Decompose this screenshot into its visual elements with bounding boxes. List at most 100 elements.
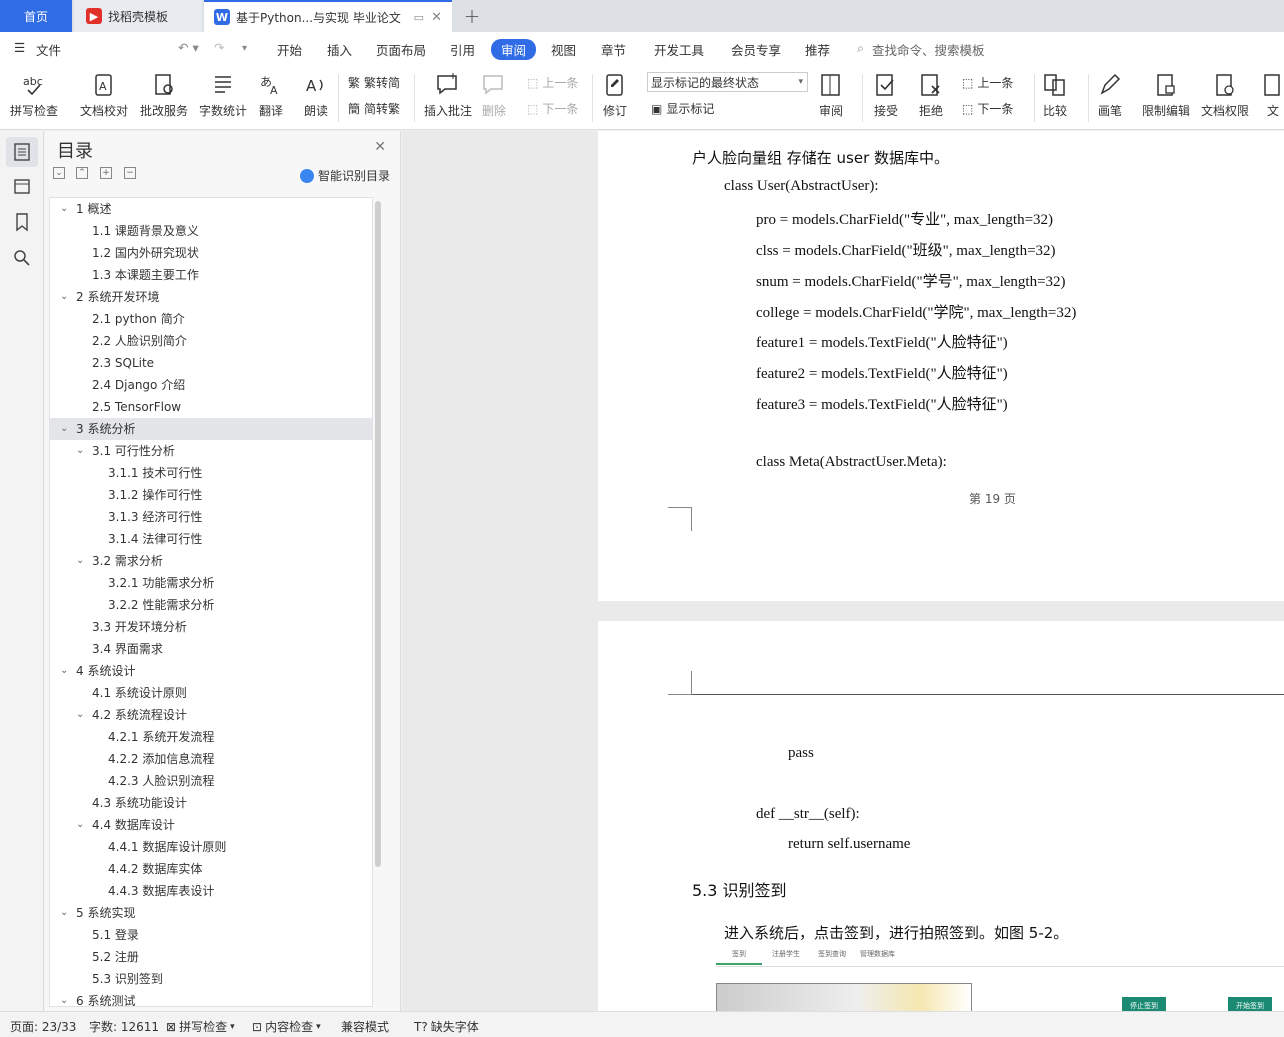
read-aloud-button[interactable]: A 朗读 xyxy=(303,72,329,119)
undo-icon[interactable]: ↶ ▾ xyxy=(178,40,199,55)
toc-item[interactable]: ⌄ 2 系统开发环境 xyxy=(50,286,372,308)
simp-to-trad-button[interactable]: 簡简转繁 xyxy=(348,100,400,117)
menu-member[interactable]: 会员专享 xyxy=(731,40,781,59)
toc-item[interactable]: ⌄ 1 概述 xyxy=(50,198,372,220)
bookmark-icon[interactable] xyxy=(12,212,32,232)
toc-item[interactable]: 2.5 TensorFlow xyxy=(50,396,372,418)
menu-page-layout[interactable]: 页面布局 xyxy=(376,40,426,59)
toc-item[interactable]: 3.1.2 操作可行性 xyxy=(50,484,372,506)
toc-item[interactable]: ⌄ 6 系统测试 xyxy=(50,990,372,1006)
chevron-down-icon[interactable]: ⌄ xyxy=(76,440,84,462)
monitor-icon[interactable]: ▭ xyxy=(414,11,424,24)
smart-toc-button[interactable]: 智能识别目录 xyxy=(299,167,390,184)
compare-button[interactable]: 比较 xyxy=(1042,72,1068,119)
tab-document[interactable]: W 基于Python...与实现 毕业论文 ▭ ✕ xyxy=(204,0,452,32)
quick-access-dropdown-icon[interactable]: ▾ xyxy=(242,43,247,54)
chevron-down-icon[interactable]: ⌄ xyxy=(60,198,68,220)
chevron-down-icon[interactable]: ⌄ xyxy=(60,660,68,682)
toc-item[interactable]: 3.3 开发环境分析 xyxy=(50,616,372,638)
toc-item[interactable]: 1.3 本课题主要工作 xyxy=(50,264,372,286)
toc-item[interactable]: 5.3 识别签到 xyxy=(50,968,372,990)
toc-item[interactable]: 4.2.3 人脸识别流程 xyxy=(50,770,372,792)
page-indicator[interactable]: 页面: 23/33 xyxy=(10,1018,76,1035)
pen-button[interactable]: 画笔 xyxy=(1097,72,1123,119)
menu-recommend[interactable]: 推荐 xyxy=(805,40,830,59)
menu-file[interactable]: 文件 xyxy=(36,40,61,59)
word-count-button[interactable]: 字数统计 xyxy=(199,72,247,119)
track-changes-button[interactable]: 修订 xyxy=(602,72,628,119)
show-markup-button[interactable]: ▣ 显示标记 xyxy=(651,100,714,117)
chevron-down-icon[interactable]: ⌄ xyxy=(60,418,68,440)
toc-item[interactable]: ⌄ 3.2 需求分析 xyxy=(50,550,372,572)
toc-item[interactable]: 4.2.1 系统开发流程 xyxy=(50,726,372,748)
tab-home[interactable]: 首页 xyxy=(0,0,72,32)
toc-item[interactable]: ⌄ 5 系统实现 xyxy=(50,902,372,924)
toc-item[interactable]: 4.4.3 数据库表设计 xyxy=(50,880,372,902)
chevron-down-icon[interactable]: ⌄ xyxy=(60,902,68,924)
spell-check-status[interactable]: ⊠ 拼写检查 ▾ xyxy=(166,1018,235,1035)
chevron-down-icon[interactable]: ⌄ xyxy=(76,550,84,572)
toc-item[interactable]: 2.3 SQLite xyxy=(50,352,372,374)
toc-item[interactable]: 3.1.1 技术可行性 xyxy=(50,462,372,484)
toc-item[interactable]: ⌄ 4 系统设计 xyxy=(50,660,372,682)
doc-more-button[interactable]: 文 xyxy=(1260,72,1284,119)
doc-permission-button[interactable]: 文档权限 xyxy=(1201,72,1249,119)
menu-review[interactable]: 审阅 xyxy=(491,39,537,60)
revise-service-button[interactable]: 批改服务 xyxy=(140,72,188,119)
prev-comment-button[interactable]: ⬚ 上一条 xyxy=(527,74,578,91)
menu-reference[interactable]: 引用 xyxy=(450,40,475,59)
toc-item[interactable]: 1.2 国内外研究现状 xyxy=(50,242,372,264)
toc-item[interactable]: 5.1 登录 xyxy=(50,924,372,946)
chevron-down-icon[interactable]: ⌄ xyxy=(76,814,84,836)
remove-heading-icon[interactable]: − xyxy=(124,167,136,179)
close-icon[interactable]: ✕ xyxy=(374,139,386,155)
toc-item[interactable]: 2.4 Django 介绍 xyxy=(50,374,372,396)
toc-item[interactable]: 3.1.3 经济可行性 xyxy=(50,506,372,528)
toc-item[interactable]: 3.2.1 功能需求分析 xyxy=(50,572,372,594)
toc-item[interactable]: ⌄ 3 系统分析 xyxy=(50,418,372,440)
menu-developer[interactable]: 开发工具 xyxy=(654,40,704,59)
search-icon[interactable]: ⌕ xyxy=(857,40,864,56)
next-comment-button[interactable]: ⬚ 下一条 xyxy=(527,100,578,117)
restrict-edit-button[interactable]: 限制编辑 xyxy=(1142,72,1190,119)
translate-button[interactable]: あA 翻译 xyxy=(258,72,284,119)
chevron-down-icon[interactable]: ⌄ xyxy=(60,990,68,1006)
toc-item[interactable]: 4.3 系统功能设计 xyxy=(50,792,372,814)
missing-font-status[interactable]: T? 缺失字体 xyxy=(414,1018,479,1035)
hamburger-icon[interactable]: ☰ xyxy=(14,40,25,55)
toc-item[interactable]: 3.1.4 法律可行性 xyxy=(50,528,372,550)
toc-item[interactable]: 4.2.2 添加信息流程 xyxy=(50,748,372,770)
delete-comment-button[interactable]: 删除 xyxy=(481,72,507,119)
tab-template[interactable]: ▶ 找稻壳模板 xyxy=(74,0,202,32)
command-search-input[interactable]: 查找命令、搜索模板 xyxy=(872,40,985,59)
toc-icon[interactable] xyxy=(12,142,32,162)
new-tab-button[interactable]: + xyxy=(458,0,486,32)
next-change-button[interactable]: ⬚ 下一条 xyxy=(962,100,1013,117)
toc-item[interactable]: 5.2 注册 xyxy=(50,946,372,968)
toc-item[interactable]: 2.1 python 简介 xyxy=(50,308,372,330)
chapter-nav-icon[interactable] xyxy=(12,176,32,196)
toc-item[interactable]: 3.2.2 性能需求分析 xyxy=(50,594,372,616)
menu-home[interactable]: 开始 xyxy=(277,40,302,59)
close-tab-icon[interactable]: ✕ xyxy=(431,10,442,25)
word-count-status[interactable]: 字数: 12611 xyxy=(89,1018,159,1035)
toc-item[interactable]: ⌄ 3.1 可行性分析 xyxy=(50,440,372,462)
chevron-down-icon[interactable]: ⌄ xyxy=(60,286,68,308)
toc-item[interactable]: ⌄ 4.2 系统流程设计 xyxy=(50,704,372,726)
toc-item[interactable]: 4.1 系统设计原则 xyxy=(50,682,372,704)
toc-item[interactable]: 4.4.2 数据库实体 xyxy=(50,858,372,880)
reject-button[interactable]: 拒绝 xyxy=(918,72,944,119)
doc-proof-button[interactable]: A 文档校对 xyxy=(80,72,128,119)
review-pane-button[interactable]: 审阅 xyxy=(818,72,844,119)
markup-state-select[interactable]: 显示标记的最终状态 ▾ xyxy=(647,72,808,92)
collapse-all-icon[interactable]: ⌄ xyxy=(53,167,65,179)
insert-comment-button[interactable]: 插入批注 xyxy=(424,72,472,119)
toc-item[interactable]: 2.2 人脸识别简介 xyxy=(50,330,372,352)
expand-up-icon[interactable]: ⌃ xyxy=(76,167,88,179)
toc-item[interactable]: ⌄ 4.4 数据库设计 xyxy=(50,814,372,836)
prev-change-button[interactable]: ⬚ 上一条 xyxy=(962,74,1013,91)
trad-to-simp-button[interactable]: 繁繁转简 xyxy=(348,74,400,91)
toc-item[interactable]: 1.1 课题背景及意义 xyxy=(50,220,372,242)
menu-insert[interactable]: 插入 xyxy=(327,40,352,59)
redo-icon[interactable]: ↷ xyxy=(214,40,224,55)
